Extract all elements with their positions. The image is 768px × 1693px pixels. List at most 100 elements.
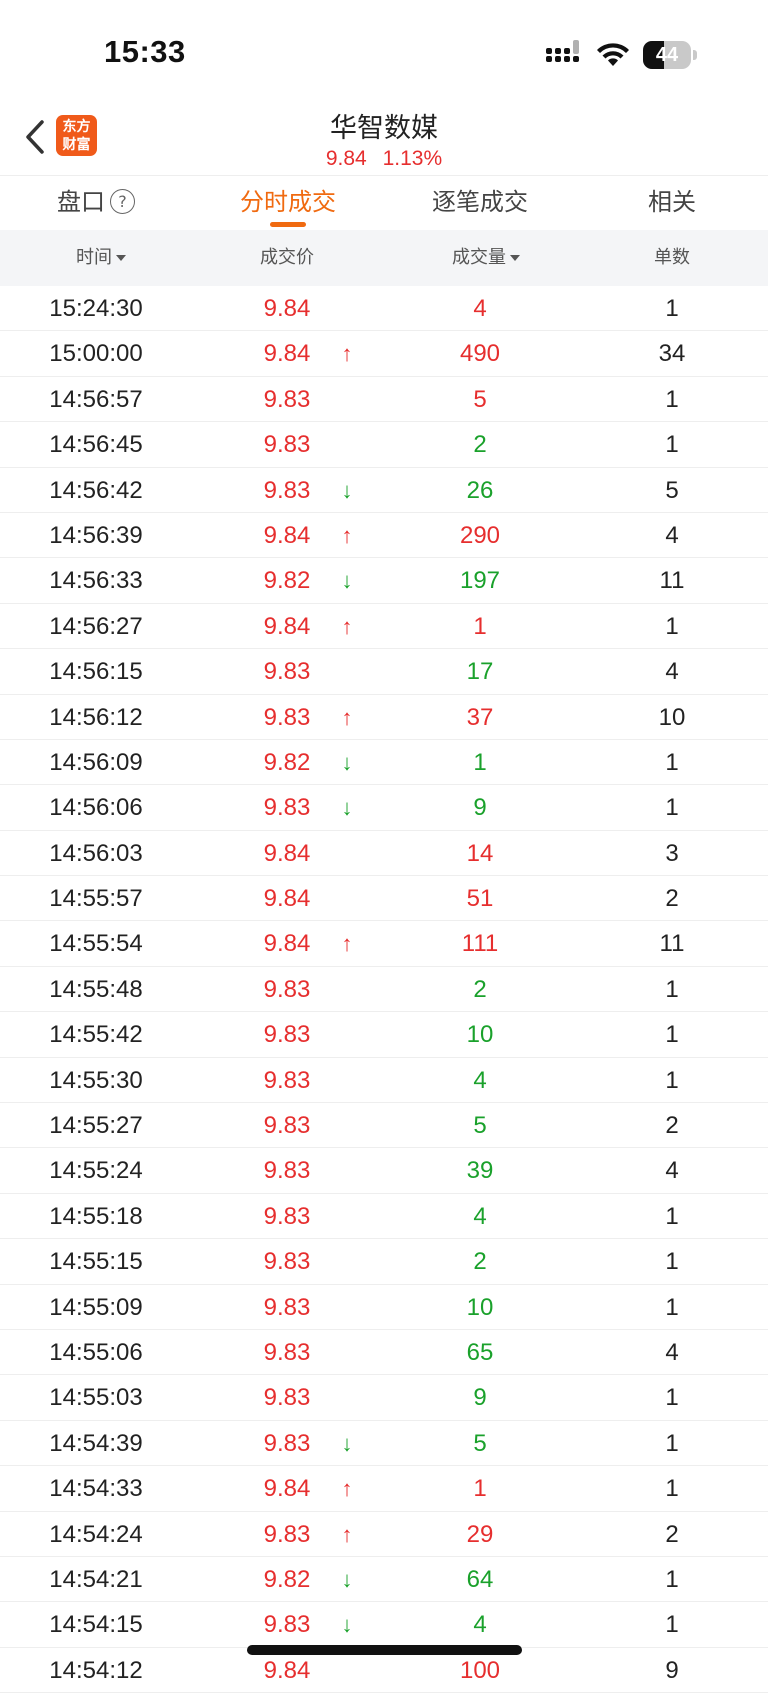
trade-order-count: 3: [665, 839, 679, 867]
battery-percentage: 44: [655, 44, 679, 66]
trade-time: 15:00:00: [49, 340, 143, 368]
trade-row[interactable]: 14:55:03 9.83 9 1: [0, 1375, 768, 1421]
tab-tick-trades[interactable]: 逐笔成交: [384, 176, 576, 230]
trade-time: 14:55:48: [49, 975, 143, 1003]
trade-row[interactable]: 14:56:09 9.82 ↓ 1 1: [0, 740, 768, 786]
trade-row[interactable]: 14:55:15 9.83 2 1: [0, 1239, 768, 1285]
help-question-icon[interactable]: ?: [110, 189, 135, 214]
trade-volume: 290: [459, 521, 501, 549]
trade-volume: 490: [459, 340, 501, 368]
trade-time: 14:55:24: [49, 1157, 143, 1185]
trade-row[interactable]: 14:56:15 9.83 17 4: [0, 649, 768, 695]
trade-time: 14:55:30: [49, 1066, 143, 1094]
trade-time: 14:56:57: [49, 385, 143, 413]
sort-caret-down-icon: [510, 255, 520, 261]
wifi-icon: [597, 43, 629, 66]
arrow-none: [330, 1239, 364, 1284]
trade-row[interactable]: 14:54:39 9.83 ↓ 5 1: [0, 1421, 768, 1467]
trade-volume: 9: [473, 794, 487, 822]
trade-row[interactable]: 14:55:06 9.83 65 4: [0, 1330, 768, 1376]
tab-bar: 盘口? 分时成交 逐笔成交 相关: [0, 175, 768, 230]
trade-row[interactable]: 14:55:48 9.83 2 1: [0, 967, 768, 1013]
tab-time-trades[interactable]: 分时成交: [192, 176, 384, 230]
arrow-down-icon: ↓: [341, 749, 353, 775]
tab-related[interactable]: 相关: [576, 176, 768, 230]
trade-order-count: 4: [665, 658, 679, 686]
trade-time: 14:56:45: [49, 431, 143, 459]
battery-icon: 44: [643, 41, 697, 69]
trade-order-count: 1: [665, 385, 679, 413]
trade-volume: 2: [473, 431, 487, 459]
trade-row[interactable]: 14:55:27 9.83 5 2: [0, 1103, 768, 1149]
arrow-none: [330, 831, 364, 876]
trade-order-count: 1: [665, 612, 679, 640]
trade-row[interactable]: 14:54:33 9.84 ↑ 1 1: [0, 1466, 768, 1512]
arrow-none: [330, 1375, 364, 1420]
trade-order-count: 1: [665, 295, 679, 322]
trade-row[interactable]: 14:56:06 9.83 ↓ 9 1: [0, 785, 768, 831]
column-count: 单数: [576, 230, 768, 286]
trade-row[interactable]: 14:55:24 9.83 39 4: [0, 1148, 768, 1194]
trade-time: 14:56:42: [49, 476, 143, 504]
trade-row[interactable]: 14:55:18 9.83 4 1: [0, 1194, 768, 1240]
arrow-none: [330, 1330, 364, 1375]
trade-row[interactable]: 14:55:09 9.83 10 1: [0, 1285, 768, 1330]
stock-change-percent: 1.13%: [382, 147, 443, 170]
trade-row[interactable]: 14:55:57 9.84 51 2: [0, 876, 768, 922]
trade-row[interactable]: 14:56:27 9.84 ↑ 1 1: [0, 604, 768, 650]
trade-order-count: 11: [659, 567, 685, 595]
trade-row[interactable]: 14:55:42 9.83 10 1: [0, 1012, 768, 1058]
arrow-down-icon: ↓: [341, 1430, 353, 1456]
column-price: 成交价: [187, 230, 387, 286]
tab-order-book[interactable]: 盘口?: [0, 176, 192, 230]
trade-row[interactable]: 14:56:12 9.83 ↑ 37 10: [0, 695, 768, 740]
arrow-up-icon: ↑: [341, 1521, 353, 1547]
arrow-down-icon: ↓: [341, 795, 353, 821]
trade-time: 14:56:09: [49, 748, 143, 776]
trade-volume: 64: [466, 1565, 494, 1593]
trade-order-count: 2: [665, 885, 679, 913]
trade-row[interactable]: 14:54:15 9.83 ↓ 4 1: [0, 1602, 768, 1648]
trade-order-count: 1: [665, 1384, 679, 1412]
tab-label: 分时成交: [240, 188, 336, 216]
trade-order-count: 9: [665, 1656, 679, 1684]
trade-list[interactable]: 15:24:30 9.84 4 1 15:00:00 9.84 ↑ 490 34 14:56:57…: [0, 286, 768, 1693]
trade-row[interactable]: 15:00:00 9.84 ↑ 490 34: [0, 331, 768, 377]
column-time-label: 时间: [76, 247, 112, 268]
arrow-none: [330, 1103, 364, 1148]
arrow-up-icon: ↑: [341, 704, 353, 730]
trade-time: 14:55:09: [49, 1293, 143, 1321]
trade-row[interactable]: 14:56:39 9.84 ↑ 290 4: [0, 513, 768, 559]
trade-row[interactable]: 14:55:30 9.83 4 1: [0, 1058, 768, 1104]
trade-row[interactable]: 14:56:57 9.83 5 1: [0, 377, 768, 423]
trade-order-count: 1: [665, 1565, 679, 1593]
trade-order-count: 1: [665, 975, 679, 1003]
trade-row[interactable]: 14:56:42 9.83 ↓ 26 5: [0, 468, 768, 513]
column-time-sort[interactable]: 时间: [5, 230, 197, 286]
trade-time: 14:56:33: [49, 567, 143, 595]
trade-row[interactable]: 14:56:45 9.83 2 1: [0, 422, 768, 468]
column-volume-label: 成交量: [452, 247, 506, 268]
trade-row[interactable]: 14:56:33 9.82 ↓ 197 11: [0, 558, 768, 604]
trade-row[interactable]: 14:54:24 9.83 ↑ 29 2: [0, 1512, 768, 1557]
trade-row[interactable]: 14:56:03 9.84 14 3: [0, 831, 768, 877]
trade-time: 14:54:12: [49, 1656, 143, 1684]
trade-time: 14:54:21: [49, 1565, 143, 1593]
trade-time: 14:55:03: [49, 1384, 143, 1412]
active-tab-indicator: [270, 222, 306, 227]
trade-row[interactable]: 15:24:30 9.84 4 1: [0, 286, 768, 332]
trade-volume: 37: [466, 703, 494, 731]
arrow-up-icon: ↑: [341, 613, 353, 639]
trade-order-count: 1: [665, 1021, 679, 1049]
trade-volume: 26: [466, 476, 494, 504]
trade-row[interactable]: 14:55:54 9.84 ↑ 111 11: [0, 921, 768, 967]
column-volume-sort[interactable]: 成交量: [390, 230, 582, 286]
trade-volume: 2: [473, 975, 487, 1003]
trade-volume: 4: [473, 295, 487, 322]
home-indicator[interactable]: [247, 1645, 522, 1655]
trade-order-count: 4: [665, 1157, 679, 1185]
trade-row[interactable]: 14:54:21 9.82 ↓ 64 1: [0, 1557, 768, 1603]
trade-order-count: 2: [665, 1520, 679, 1548]
trade-volume: 1: [473, 748, 487, 776]
tab-label: 盘口: [57, 188, 105, 216]
